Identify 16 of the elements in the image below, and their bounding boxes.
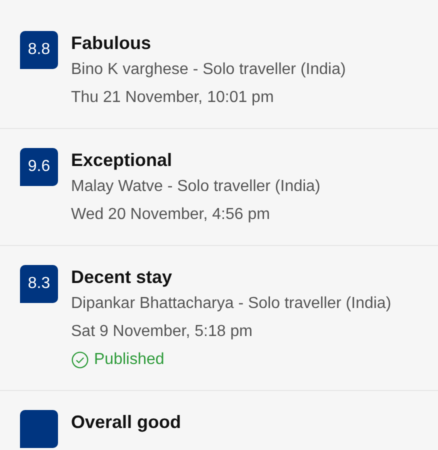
reviewer-info: Dipankar Bhattacharya - Solo traveller (India)	[71, 294, 392, 314]
reviewer-info: Bino K varghese - Solo traveller (India)	[71, 60, 346, 80]
review-title: Decent stay	[71, 266, 174, 289]
reviewer-info: Malay Watve - Solo traveller (India)	[71, 177, 320, 197]
status-label: Published	[94, 351, 164, 369]
review-date: Sat 9 November, 5:18 pm	[71, 322, 254, 342]
check-circle-icon	[71, 351, 89, 369]
score-badge	[20, 410, 58, 448]
review-date: Wed 20 November, 4:56 pm	[71, 205, 271, 225]
score-badge: 8.8	[20, 31, 58, 69]
score-badge: 8.3	[20, 265, 58, 303]
review-title: Exceptional	[71, 149, 174, 172]
score-badge: 9.6	[20, 148, 58, 186]
review-date: Thu 21 November, 10:01 pm	[71, 88, 275, 108]
review-title: Overall good	[71, 411, 182, 434]
review-title: Fabulous	[71, 32, 152, 55]
